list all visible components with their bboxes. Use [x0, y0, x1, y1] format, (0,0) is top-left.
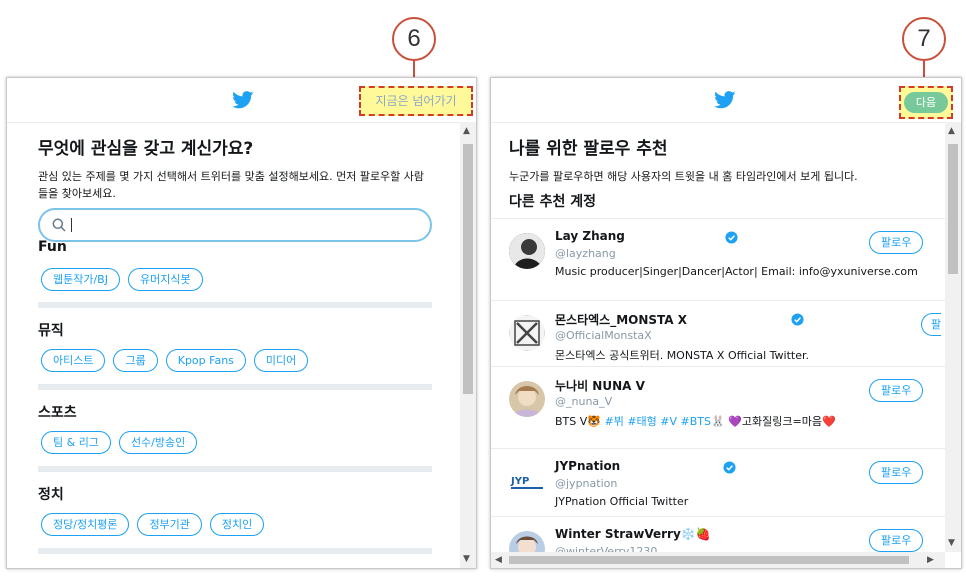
- follow-button[interactable]: 팔로우: [869, 461, 924, 484]
- account-handle: @layzhang: [555, 247, 616, 260]
- scrollbar-thumb[interactable]: [509, 556, 909, 564]
- search-icon: [52, 218, 66, 232]
- follow-button[interactable]: 팔로우: [869, 379, 924, 402]
- verified-badge-icon: [791, 313, 804, 326]
- section-divider: [38, 384, 432, 390]
- category-title-music: 뮤직: [38, 323, 64, 339]
- avatar[interactable]: JYP: [509, 463, 545, 499]
- interests-dialog: 지금은 넘어가기 무엇에 관심을 갖고 계신가요? 관심 있는 주제를 몇 가지…: [6, 77, 477, 569]
- follow-suggestions-dialog: 다음 나를 위한 팔로우 추천 누군가를 팔로우하면 해당 사용자의 트윗을 내…: [490, 77, 962, 569]
- tag-list-music: 아티스트 그룹 Kpop Fans 미디어: [41, 349, 309, 372]
- tag-webtoon[interactable]: 웹툰작가/BJ: [41, 268, 120, 291]
- tag-list-sports: 팀 & 리그 선수/방송인: [41, 431, 198, 454]
- twitter-bird-icon: [232, 91, 254, 109]
- account-name[interactable]: 누나비 NUNA V: [555, 377, 645, 394]
- horizontal-scrollbar[interactable]: ◀ ▶: [491, 552, 945, 568]
- step-callout-7: 7: [902, 17, 946, 61]
- vertical-scrollbar[interactable]: ▲ ▼: [460, 122, 476, 568]
- verified-badge-icon: [723, 461, 736, 474]
- bio-hashtags[interactable]: #뷔 #태형 #V #BTS: [604, 415, 711, 428]
- tag-group[interactable]: 그룹: [113, 349, 158, 372]
- tag-list-fun: 웹툰작가/BJ 유머지식봇: [41, 268, 203, 291]
- category-title-politics: 정치: [38, 487, 64, 503]
- follow-button[interactable]: 팔: [921, 313, 942, 336]
- page-title: 나를 위한 팔로우 추천: [509, 139, 668, 159]
- category-title-sports: 스포츠: [38, 405, 77, 421]
- section-divider: [38, 302, 432, 308]
- follow-button[interactable]: 팔로우: [869, 529, 924, 552]
- page-description: 누군가를 팔로우하면 해당 사용자의 트윗을 내 홈 타임라인에서 보게 됩니다…: [509, 170, 858, 183]
- tag-team-league[interactable]: 팀 & 리그: [41, 431, 111, 454]
- section-divider: [38, 466, 432, 472]
- search-input[interactable]: [38, 208, 432, 242]
- tag-party-commentary[interactable]: 정당/정치평론: [41, 513, 130, 536]
- scroll-right-icon[interactable]: ▶: [927, 555, 934, 565]
- tiger-emoji-icon: 🐯: [587, 415, 601, 428]
- scroll-left-icon[interactable]: ◀: [495, 555, 502, 565]
- scroll-down-icon[interactable]: ▼: [463, 554, 470, 564]
- account-item[interactable]: Lay Zhang @layzhang Music producer|Singe…: [491, 218, 947, 300]
- header-divider: [491, 122, 961, 123]
- account-bio: BTS V🐯 #뷔 #태형 #V #BTS🐰 💜고화질링크=마음❤️: [555, 413, 836, 429]
- tag-politician[interactable]: 정치인: [209, 513, 265, 536]
- vertical-scrollbar[interactable]: ▲ ▼: [945, 122, 961, 552]
- tag-player-broadcaster[interactable]: 선수/방송인: [118, 431, 198, 454]
- account-bio: Music producer|Singer|Dancer|Actor| Emai…: [555, 265, 918, 278]
- bio-text: BTS V: [555, 415, 588, 428]
- page-title: 무엇에 관심을 갖고 계신가요?: [38, 139, 254, 159]
- tag-government[interactable]: 정부기관: [137, 513, 202, 536]
- bio-text: 💜고화질링크=마음❤️: [728, 415, 836, 428]
- tag-humor[interactable]: 유머지식봇: [127, 268, 203, 291]
- skip-highlight[interactable]: 지금은 넘어가기: [359, 86, 473, 116]
- scroll-up-icon[interactable]: ▲: [948, 126, 955, 136]
- text-cursor: [71, 218, 72, 232]
- scroll-down-icon[interactable]: ▼: [948, 538, 955, 548]
- scrollbar-thumb[interactable]: [463, 144, 473, 394]
- step-callout-6: 6: [392, 17, 436, 61]
- tag-kpop-fans[interactable]: Kpop Fans: [165, 349, 246, 372]
- account-handle: @OfficialMonstaX: [555, 329, 652, 342]
- tag-artist[interactable]: 아티스트: [41, 349, 106, 372]
- scrollbar-thumb[interactable]: [948, 144, 958, 274]
- svg-text:JYP: JYP: [510, 476, 529, 487]
- avatar[interactable]: [509, 315, 545, 351]
- next-highlight[interactable]: 다음: [899, 86, 953, 119]
- section-divider: [38, 548, 432, 554]
- skip-button[interactable]: 지금은 넘어가기: [361, 88, 471, 114]
- account-handle: @_nuna_V: [555, 395, 613, 408]
- account-name[interactable]: JYPnation: [555, 459, 620, 473]
- avatar[interactable]: [509, 233, 545, 269]
- account-bio: JYPnation Official Twitter: [555, 495, 689, 508]
- follow-button[interactable]: 팔로우: [869, 231, 924, 254]
- account-name[interactable]: Lay Zhang: [555, 229, 625, 243]
- section-subtitle: 다른 추천 계정: [509, 194, 597, 210]
- scroll-up-icon[interactable]: ▲: [463, 126, 470, 136]
- category-title-fun: Fun: [38, 239, 67, 255]
- verified-badge-icon: [725, 231, 738, 244]
- account-handle: @jypnation: [555, 477, 618, 490]
- tag-media[interactable]: 미디어: [253, 349, 309, 372]
- twitter-bird-icon: [714, 91, 736, 109]
- account-item[interactable]: 누나비 NUNA V @_nuna_V BTS V🐯 #뷔 #태형 #V #BT…: [491, 366, 947, 456]
- header-divider: [7, 122, 476, 123]
- account-name[interactable]: Winter StrawVerry❄️🍓: [555, 527, 711, 541]
- tag-list-politics: 정당/정치평론 정부기관 정치인: [41, 513, 265, 536]
- next-button[interactable]: 다음: [904, 92, 948, 113]
- avatar[interactable]: [509, 381, 545, 417]
- rabbit-emoji-icon: 🐰: [710, 415, 725, 428]
- account-bio: 몬스타엑스 공식트위터. MONSTA X Official Twitter.: [555, 349, 810, 362]
- account-name[interactable]: 몬스타엑스_MONSTA X: [555, 311, 687, 328]
- page-description: 관심 있는 주제를 몇 가지 선택해서 트위터를 맞춤 설정해보세요. 먼저 팔…: [38, 170, 425, 200]
